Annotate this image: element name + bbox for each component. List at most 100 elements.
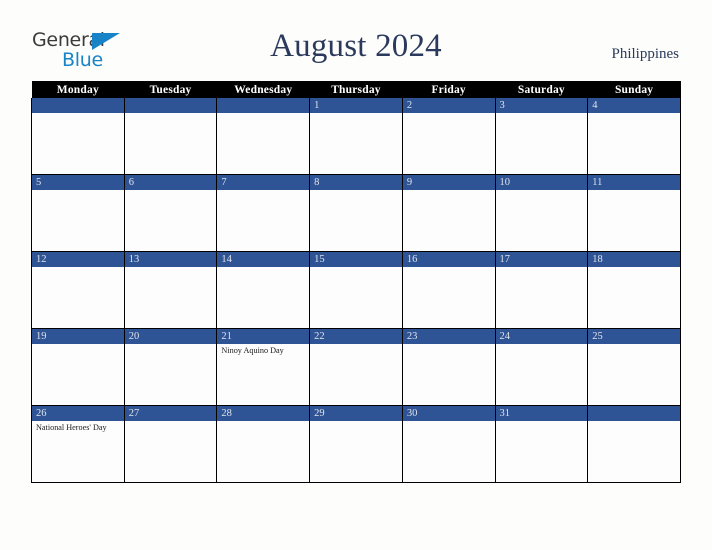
day-events (125, 344, 217, 346)
page-header: General Blue August 2024 Philippines (0, 0, 712, 81)
calendar-day-cell[interactable]: 2 (401, 98, 496, 175)
day-number: 22 (310, 329, 402, 344)
day-number (32, 98, 124, 113)
calendar-day-cell[interactable]: 8 (309, 174, 403, 252)
calendar-day-cell[interactable]: 21 Ninoy Aquino Day (216, 328, 311, 406)
day-number: 20 (124, 329, 217, 344)
calendar-week-row: 1234 (31, 98, 681, 175)
day-events (496, 421, 588, 423)
day-number: 9 (402, 175, 495, 190)
weekday-header-row: Monday Tuesday Wednesday Thursday Friday Satu… (31, 81, 681, 98)
country-label: Philippines (611, 46, 679, 62)
day-events (588, 421, 680, 423)
calendar-day-cell[interactable]: 31 (494, 405, 589, 483)
day-number: 11 (588, 175, 680, 190)
calendar-day-cell[interactable]: 22 (309, 328, 403, 406)
calendar-day-cell[interactable]: 30 (401, 405, 496, 483)
calendar-day-cell[interactable]: 17 (494, 251, 589, 329)
calendar-day-cell[interactable]: 7 (216, 174, 311, 252)
calendar-day-cell[interactable]: 9 (401, 174, 496, 252)
day-number: 16 (402, 252, 495, 267)
day-number: 5 (32, 175, 124, 190)
day-events (588, 113, 680, 115)
day-number: 27 (124, 406, 217, 421)
day-number: 2 (402, 98, 495, 113)
day-events (496, 344, 588, 346)
calendar-day-cell[interactable] (123, 98, 218, 175)
calendar-day-cell[interactable]: 26 National Heroes' Day (31, 405, 125, 483)
day-number: 31 (495, 406, 588, 421)
weekday-header-saturday: Saturday (495, 81, 588, 98)
day-events (310, 344, 402, 346)
calendar-day-cell[interactable]: 16 (401, 251, 496, 329)
day-number: 18 (588, 252, 680, 267)
day-events: National Heroes' Day (32, 421, 124, 433)
calendar-day-cell[interactable] (216, 98, 311, 175)
calendar-day-cell[interactable]: 15 (309, 251, 403, 329)
calendar-day-cell[interactable]: 23 (401, 328, 496, 406)
day-number (217, 98, 310, 113)
calendar-day-cell[interactable]: 4 (587, 98, 681, 175)
calendar-week-row: 5 6 7 8 9 10 11 (31, 174, 681, 252)
day-number: 3 (495, 98, 588, 113)
day-events (217, 421, 309, 423)
day-number: 19 (32, 329, 124, 344)
day-events (217, 190, 309, 192)
calendar-day-cell[interactable]: 25 (587, 328, 681, 406)
weekday-header-monday: Monday (31, 81, 125, 98)
day-events (588, 190, 680, 192)
calendar-day-cell[interactable]: 10 (494, 174, 589, 252)
page-title: August 2024 (270, 28, 442, 64)
day-events (125, 421, 217, 423)
calendar-day-cell[interactable]: 14 (216, 251, 311, 329)
day-number (124, 98, 217, 113)
calendar-page: General Blue August 2024 Philippines Mon… (0, 0, 712, 550)
calendar-day-cell[interactable]: 29 (309, 405, 403, 483)
day-events (125, 113, 217, 115)
day-events (496, 267, 588, 269)
day-events (403, 113, 495, 115)
day-number: 23 (402, 329, 495, 344)
day-events (403, 344, 495, 346)
day-events (217, 267, 309, 269)
day-number: 30 (402, 406, 495, 421)
holiday-label: Ninoy Aquino Day (221, 346, 284, 355)
weekday-header-friday: Friday (402, 81, 496, 98)
weekday-header-sunday: Sunday (587, 81, 681, 98)
day-events (403, 421, 495, 423)
calendar-day-cell[interactable]: 28 (216, 405, 311, 483)
day-number: 21 (217, 329, 310, 344)
calendar-day-cell[interactable]: 5 (31, 174, 125, 252)
calendar-day-cell[interactable]: 11 (587, 174, 681, 252)
calendar-day-cell[interactable]: 20 (123, 328, 218, 406)
calendar-grid: Monday Tuesday Wednesday Thursday Friday Satu… (31, 81, 681, 483)
calendar-day-cell[interactable]: 3 (494, 98, 589, 175)
calendar-day-cell[interactable] (587, 405, 681, 483)
calendar-day-cell[interactable]: 27 (123, 405, 218, 483)
day-number (588, 406, 680, 421)
calendar-day-cell[interactable]: 13 (123, 251, 218, 329)
calendar-day-cell[interactable]: 19 (31, 328, 125, 406)
day-events (310, 267, 402, 269)
day-number: 24 (495, 329, 588, 344)
day-events (310, 190, 402, 192)
calendar-day-cell[interactable]: 6 (123, 174, 218, 252)
day-number: 26 (32, 406, 124, 421)
weekday-header-thursday: Thursday (309, 81, 403, 98)
day-number: 14 (217, 252, 310, 267)
day-number: 6 (124, 175, 217, 190)
calendar-day-cell[interactable]: 12 (31, 251, 125, 329)
day-events (403, 267, 495, 269)
calendar-day-cell[interactable]: 1 (309, 98, 403, 175)
day-number: 7 (217, 175, 310, 190)
day-number: 13 (124, 252, 217, 267)
holiday-label: National Heroes' Day (36, 423, 107, 432)
calendar-day-cell[interactable] (31, 98, 125, 175)
calendar-week-row: 19 20 21 Ninoy Aquino Day 22 23 24 25 (31, 328, 681, 406)
day-events (588, 267, 680, 269)
calendar-day-cell[interactable]: 24 (494, 328, 589, 406)
day-number: 1 (310, 98, 402, 113)
calendar-day-cell[interactable]: 18 (587, 251, 681, 329)
day-number: 15 (310, 252, 402, 267)
day-events: Ninoy Aquino Day (217, 344, 309, 356)
